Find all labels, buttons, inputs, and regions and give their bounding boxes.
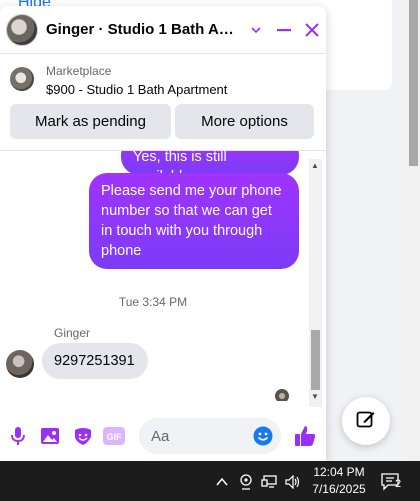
outgoing-message[interactable]: Yes, this is still available bbox=[121, 151, 299, 185]
scroll-up-arrow-icon[interactable]: ▲ bbox=[311, 161, 319, 170]
listing-source: Marketplace bbox=[46, 64, 112, 78]
message-input-box[interactable] bbox=[139, 418, 281, 454]
notification-count: 2 bbox=[395, 478, 402, 490]
minimize-icon[interactable] bbox=[272, 18, 296, 42]
svg-text:GIF: GIF bbox=[107, 432, 123, 442]
new-message-button[interactable] bbox=[342, 397, 390, 445]
volume-icon[interactable] bbox=[285, 474, 301, 490]
clock-time: 12:04 PM bbox=[313, 465, 365, 479]
taskbar: 12:04 PM 7/16/2025 2 bbox=[0, 461, 420, 501]
more-options-button[interactable]: More options bbox=[175, 104, 314, 139]
chevron-down-icon[interactable] bbox=[244, 18, 268, 42]
listing-title[interactable]: $900 - Studio 1 Bath Apartment bbox=[46, 82, 227, 97]
scroll-down-arrow-icon[interactable]: ▼ bbox=[311, 392, 319, 401]
photo-icon[interactable] bbox=[39, 425, 61, 447]
webcam-icon[interactable] bbox=[238, 474, 254, 490]
network-icon[interactable] bbox=[261, 474, 277, 490]
page-scrollbar-thumb[interactable] bbox=[409, 0, 418, 166]
sender-avatar[interactable] bbox=[6, 350, 34, 378]
emoji-icon[interactable] bbox=[253, 426, 273, 446]
message-scrollbar-thumb[interactable] bbox=[311, 330, 320, 390]
chat-title[interactable]: Ginger · Studio 1 Bath Apartment bbox=[46, 21, 240, 38]
listing-info[interactable]: Marketplace $900 - Studio 1 Bath Apartme… bbox=[0, 56, 326, 104]
thumbs-up-icon[interactable] bbox=[292, 423, 318, 449]
notification-icon[interactable] bbox=[380, 472, 406, 492]
compose-icon bbox=[356, 409, 376, 434]
read-receipt-avatar bbox=[275, 389, 289, 401]
message-list: Yes, this is still available Please send… bbox=[0, 151, 326, 401]
clock-date: 7/16/2025 bbox=[312, 482, 366, 496]
close-icon[interactable] bbox=[300, 18, 324, 42]
message-composer: GIF bbox=[0, 410, 326, 461]
outgoing-message[interactable]: Please send me your phone number so that… bbox=[89, 173, 299, 269]
microphone-icon[interactable] bbox=[7, 425, 29, 447]
contact-avatar[interactable] bbox=[6, 13, 38, 46]
system-clock[interactable]: 12:04 PM 7/16/2025 bbox=[306, 464, 372, 498]
sender-name: Ginger bbox=[54, 326, 91, 340]
gif-icon[interactable]: GIF bbox=[103, 425, 125, 447]
incoming-message[interactable]: 9297251391 bbox=[42, 343, 148, 379]
message-timestamp: Tue 3:34 PM bbox=[118, 295, 188, 309]
chat-window: Ginger · Studio 1 Bath Apartment Marketp… bbox=[0, 6, 326, 461]
mark-as-pending-button[interactable]: Mark as pending bbox=[10, 104, 171, 139]
chat-header[interactable]: Ginger · Studio 1 Bath Apartment bbox=[0, 6, 326, 54]
message-input[interactable] bbox=[139, 418, 239, 454]
listing-thumbnail bbox=[10, 67, 34, 91]
sticker-icon[interactable] bbox=[72, 425, 94, 447]
chevron-up-icon[interactable] bbox=[214, 474, 230, 490]
